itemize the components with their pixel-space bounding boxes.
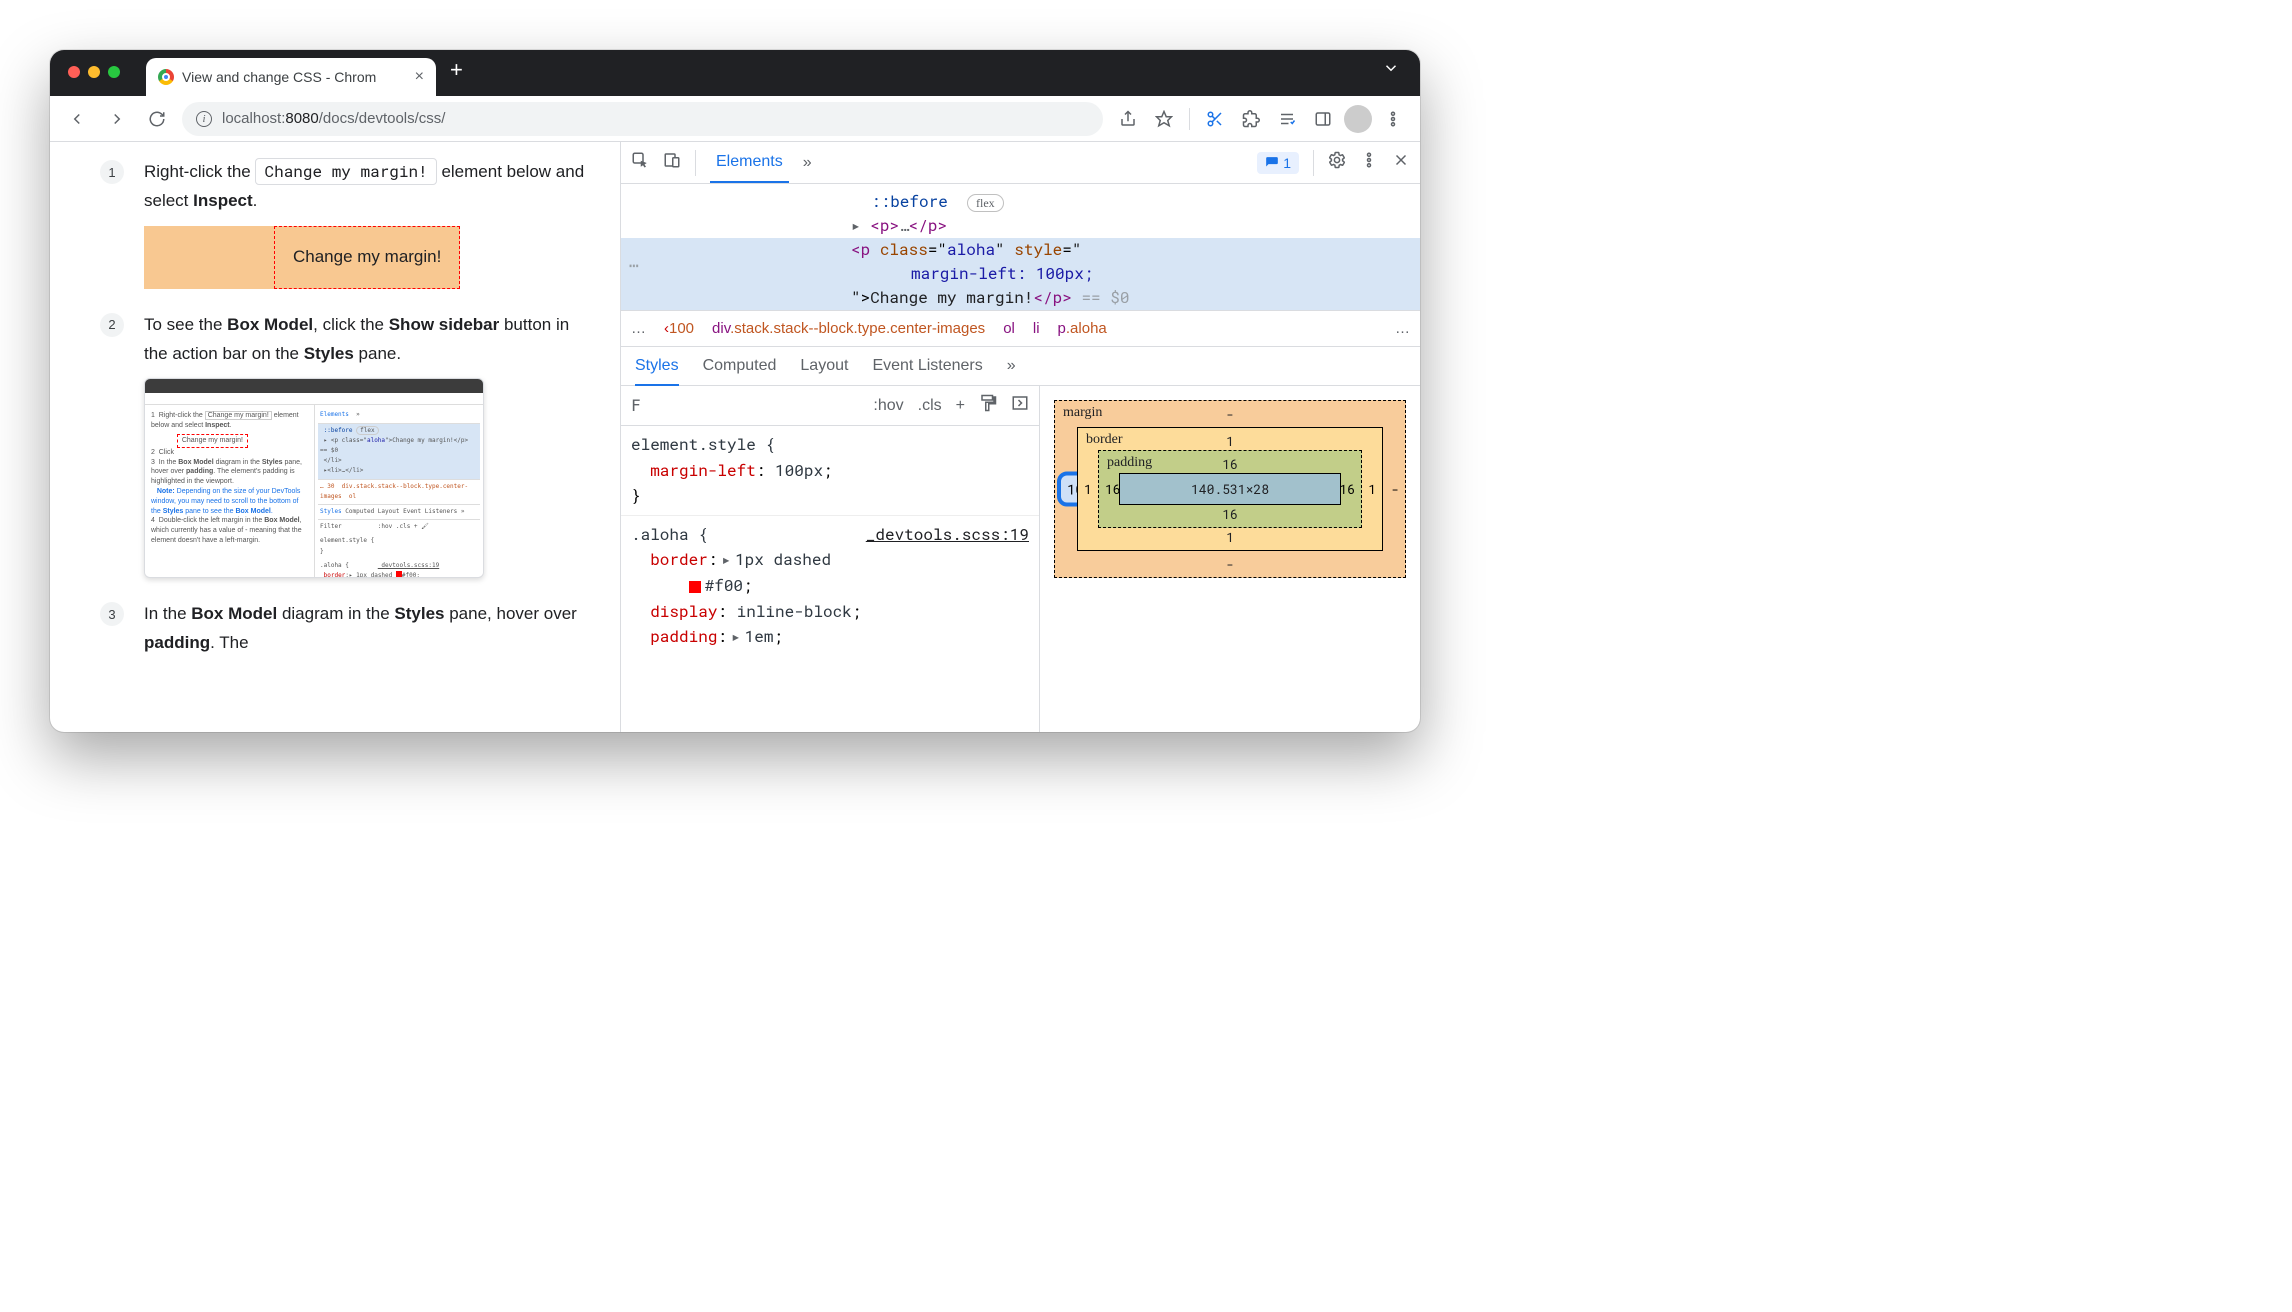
demo-margin-box: Change my margin!	[144, 226, 460, 289]
browser-tab[interactable]: View and change CSS - Chrom ×	[146, 58, 436, 96]
new-tab-button[interactable]: +	[450, 57, 463, 89]
url-text: localhost:8080/docs/devtools/css/	[222, 110, 445, 127]
minimize-window-button[interactable]	[88, 66, 100, 78]
devtools-toolbar: Elements » 1	[621, 142, 1420, 184]
forward-button[interactable]	[102, 104, 132, 134]
side-panel-icon[interactable]	[1308, 104, 1338, 134]
devtools-panel: Elements » 1 ⋯ ::before flex ▸ <p>…</p> …	[620, 142, 1420, 732]
close-window-button[interactable]	[68, 66, 80, 78]
chrome-menu-button[interactable]	[1378, 104, 1408, 134]
tabs-overflow-icon[interactable]: »	[803, 154, 812, 172]
scissors-icon[interactable]	[1200, 104, 1230, 134]
reading-list-icon[interactable]	[1272, 104, 1302, 134]
tab-search-button[interactable]	[1382, 59, 1400, 88]
paint-icon[interactable]	[979, 394, 997, 417]
more-icon[interactable]	[1360, 151, 1378, 174]
tab-computed[interactable]: Computed	[703, 357, 777, 375]
source-link[interactable]: _devtools.scss:19	[866, 522, 1029, 548]
selected-dom-node[interactable]: <p class="aloha" style="	[621, 238, 1420, 262]
color-swatch[interactable]	[689, 581, 701, 593]
site-info-icon[interactable]: i	[196, 111, 212, 127]
styles-tabs-overflow[interactable]: »	[1007, 357, 1016, 375]
tab-elements[interactable]: Elements	[710, 143, 789, 183]
tab-event-listeners[interactable]: Event Listeners	[872, 357, 982, 375]
styles-filter-input[interactable]: F	[631, 396, 671, 415]
screenshot-thumbnail: 1 Right-click the Change my margin! elem…	[144, 378, 484, 578]
bookmark-icon[interactable]	[1149, 104, 1179, 134]
browser-toolbar: i localhost:8080/docs/devtools/css/	[50, 96, 1420, 142]
tab-title: View and change CSS - Chrom	[182, 69, 376, 85]
device-toolbar-icon[interactable]	[663, 151, 681, 174]
dom-tree[interactable]: ⋯ ::before flex ▸ <p>…</p> <p class="alo…	[621, 184, 1420, 310]
step-number: 3	[100, 602, 124, 626]
code-change-my-margin: Change my margin!	[255, 158, 436, 185]
dom-collapse-handle[interactable]: ⋯	[629, 254, 641, 278]
chrome-icon	[158, 69, 174, 85]
tab-bar: View and change CSS - Chrom × +	[50, 50, 1420, 96]
tab-close-button[interactable]: ×	[415, 68, 424, 86]
box-model-padding[interactable]: padding 16 16 16 16 140.531×28	[1098, 450, 1362, 528]
cls-toggle[interactable]: .cls	[918, 397, 942, 415]
browser-window: View and change CSS - Chrom × + i localh…	[50, 50, 1420, 732]
demo-element[interactable]: Change my margin!	[274, 226, 460, 289]
extensions-icon[interactable]	[1236, 104, 1266, 134]
box-model-pane: margin - - - 100 border 1 1 1 1	[1040, 386, 1420, 732]
box-model-content[interactable]: 140.531×28	[1119, 473, 1341, 505]
close-devtools-icon[interactable]	[1392, 151, 1410, 174]
styles-rules-pane: F :hov .cls + element.style { margin-lef…	[621, 386, 1040, 732]
flex-badge[interactable]: flex	[967, 194, 1004, 212]
step-3: 3 In the Box Model diagram in the Styles…	[100, 600, 590, 658]
styles-tab-bar: Styles Computed Layout Event Listeners »	[621, 346, 1420, 386]
new-style-rule-icon[interactable]: +	[956, 397, 965, 415]
share-icon[interactable]	[1113, 104, 1143, 134]
profile-avatar[interactable]	[1344, 105, 1372, 133]
back-button[interactable]	[62, 104, 92, 134]
inspect-element-icon[interactable]	[631, 151, 649, 174]
address-bar[interactable]: i localhost:8080/docs/devtools/css/	[182, 102, 1103, 136]
maximize-window-button[interactable]	[108, 66, 120, 78]
tab-layout[interactable]: Layout	[800, 357, 848, 375]
window-controls	[68, 66, 120, 78]
show-sidebar-icon[interactable]	[1011, 394, 1029, 417]
settings-icon[interactable]	[1328, 151, 1346, 174]
tab-styles[interactable]: Styles	[635, 357, 679, 386]
styles-toolbar: F :hov .cls +	[621, 386, 1039, 426]
box-model-border[interactable]: border 1 1 1 1 padding 16 16 16	[1077, 427, 1383, 551]
hov-toggle[interactable]: :hov	[873, 397, 903, 415]
issues-badge[interactable]: 1	[1257, 152, 1299, 174]
box-model-margin[interactable]: margin - - - 100 border 1 1 1 1	[1054, 400, 1406, 578]
reload-button[interactable]	[142, 104, 172, 134]
step-number: 1	[100, 160, 124, 184]
step-1: 1 Right-click the Change my margin! elem…	[100, 158, 590, 289]
breadcrumb-bar[interactable]: … ‹100 div.stack.stack--block.type.cente…	[621, 310, 1420, 346]
page-content: 1 Right-click the Change my margin! elem…	[50, 142, 620, 732]
step-2: 2 To see the Box Model, click the Show s…	[100, 311, 590, 579]
step-number: 2	[100, 313, 124, 337]
